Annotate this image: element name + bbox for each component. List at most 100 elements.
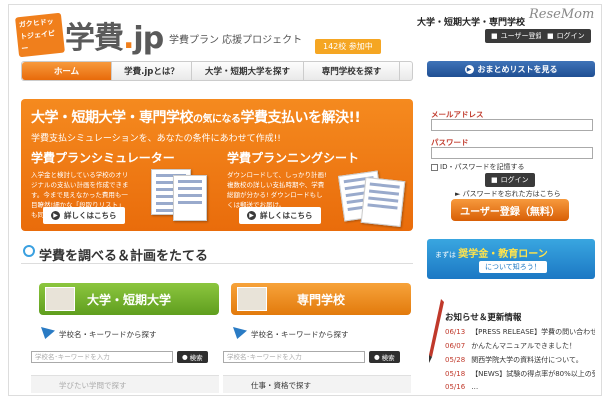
tab-find-university[interactable]: 大学・短期大学を探す bbox=[192, 62, 304, 80]
lock-icon: ■ bbox=[547, 32, 554, 40]
forgot-password-link[interactable]: ► パスワードを忘れた方はこちら bbox=[455, 189, 561, 199]
register-free-button[interactable]: ユーザー登録（無料） bbox=[451, 199, 569, 221]
planning-sheet-more-button[interactable]: ▶ 詳しくはこちら bbox=[239, 207, 321, 224]
vocational-category-button[interactable]: 専門学校 bbox=[231, 283, 411, 315]
logo-main-text: 学費 bbox=[65, 21, 124, 56]
news-item[interactable]: 06/07 かんたんマニュアルできました！ bbox=[445, 341, 595, 351]
university-row2[interactable]: 学びたい学問で探す bbox=[31, 375, 219, 393]
site-logo[interactable]: 学費.jp bbox=[65, 13, 164, 57]
vocational-category-label: 専門学校 bbox=[296, 292, 345, 307]
hero-title-small: の気になる bbox=[193, 114, 241, 125]
magnifier-icon bbox=[23, 245, 35, 257]
logo-badge[interactable]: ガクヒドットジェイピー bbox=[15, 12, 65, 58]
hero-title: 大学・短期大学・専門学校の気になる学費支払いを解決!! bbox=[31, 107, 403, 127]
user-icon: ■ bbox=[491, 32, 498, 40]
planning-sheet-panel: 学費プランニングシート ダウンロードして、しっかり計画! 複数校の詳しい支払時期… bbox=[227, 149, 413, 227]
simulator-more-button[interactable]: ▶ 詳しくはこちら bbox=[43, 207, 125, 224]
news-text: 関西学院大学の資料送付について。 bbox=[471, 356, 583, 364]
scholarship-prefix: まずは bbox=[435, 251, 456, 259]
remember-checkbox[interactable] bbox=[431, 163, 438, 171]
header-register-button[interactable]: ■ ユーザー登録 bbox=[485, 29, 549, 43]
logo-dot: . bbox=[123, 21, 134, 56]
news-text: かんたんマニュアルできました！ bbox=[471, 342, 576, 350]
forgot-password-label: パスワードを忘れた方はこちら bbox=[462, 190, 561, 198]
flag-icon bbox=[233, 327, 247, 339]
section-title: 学費を調べる＆計画をたてる bbox=[39, 249, 209, 264]
arrow-right-icon: ▶ bbox=[464, 64, 474, 74]
flag-icon bbox=[41, 327, 55, 339]
top-right-title: 大学・短期大学・専門学校 bbox=[417, 18, 526, 28]
news-item[interactable]: 05/28 関西学院大学の資料送付について。 bbox=[445, 355, 595, 365]
vocational-search-button[interactable]: ● 検索 bbox=[369, 351, 400, 363]
vocational-row2[interactable]: 仕事・資格で探す bbox=[223, 375, 411, 393]
news-date: 06/07 bbox=[445, 342, 466, 350]
view-list-label: おまとめリストを見る bbox=[477, 64, 558, 74]
news-text: 【PRESS RELEASE】学費の問い合わせに短大申込ピッ… bbox=[471, 328, 595, 336]
news-date: 05/28 bbox=[445, 356, 466, 364]
remember-me[interactable]: ID・パスワードを記憶する bbox=[431, 162, 524, 172]
vocational-row2-label: 仕事・資格で探す bbox=[251, 381, 311, 390]
simulator-screenshot-2 bbox=[173, 175, 207, 221]
section-divider bbox=[21, 263, 413, 264]
planning-sheet-heading: 学費プランニングシート bbox=[227, 151, 360, 165]
news-item[interactable]: 05/16 … bbox=[445, 383, 595, 391]
logo-badge-text: ガクヒドットジェイピー bbox=[18, 17, 56, 54]
logo-suffix: jp bbox=[133, 21, 164, 56]
university-thumbnail bbox=[45, 287, 75, 311]
vocational-search-input[interactable]: 学校名･キーワードを入力 bbox=[223, 351, 365, 363]
main-nav: ホーム 学費.jpとは？ 大学・短期大学を探す 専門学校を探す bbox=[21, 61, 413, 81]
scholarship-line1: まずは 奨学金・教育ローン bbox=[435, 245, 548, 260]
remember-label: ID・パスワードを記憶する bbox=[440, 163, 525, 171]
header-login-button[interactable]: ■ ログイン bbox=[541, 29, 591, 43]
lock-icon: ■ bbox=[491, 176, 498, 184]
hero-banner: 大学・短期大学・専門学校の気になる学費支払いを解決!! 学費支払シミュレーション… bbox=[21, 99, 413, 231]
hero-subtitle: 学費支払シミュレーションを、あなたの条件にあわせて作成!! bbox=[31, 134, 281, 144]
site-tagline: 学費プラン 応援プロジェクト bbox=[169, 35, 303, 46]
email-field[interactable] bbox=[431, 119, 593, 131]
scholarship-banner[interactable]: まずは 奨学金・教育ローン について知ろう！ bbox=[427, 239, 595, 279]
scholarship-suffix: について知ろう！ bbox=[479, 261, 547, 273]
simulator-more-label: 詳しくはこちら bbox=[64, 211, 117, 220]
university-search-input[interactable]: 学校名･キーワードを入力 bbox=[31, 351, 173, 363]
header-register-label: ユーザー登録 bbox=[500, 32, 543, 40]
search-icon: ● bbox=[182, 353, 188, 361]
news-date: 06/13 bbox=[445, 328, 466, 336]
planning-sheet-image-2 bbox=[360, 177, 406, 227]
pen-icon bbox=[429, 299, 444, 363]
participation-count-badge: 142校 参加中 bbox=[315, 39, 381, 54]
password-field[interactable] bbox=[431, 147, 593, 159]
header-login-label: ログイン bbox=[556, 32, 585, 40]
tab-home[interactable]: ホーム bbox=[22, 62, 112, 80]
news-title: お知らせ＆更新情報 bbox=[445, 313, 522, 323]
university-row2-label: 学びたい学問で探す bbox=[59, 381, 127, 390]
login-button-label: ログイン bbox=[500, 176, 529, 184]
university-search-button-label: 検索 bbox=[189, 354, 203, 362]
arrow-right-icon: ▶ bbox=[51, 211, 60, 220]
vocational-search-button-label: 検索 bbox=[381, 354, 395, 362]
arrow-right-icon: ► bbox=[455, 190, 463, 198]
login-button[interactable]: ■ ログイン bbox=[485, 173, 535, 187]
news-date: 05/16 bbox=[445, 383, 466, 391]
scholarship-highlight: 奨学金・教育ローン bbox=[458, 249, 548, 260]
news-date: 05/18 bbox=[445, 370, 466, 378]
university-search-button[interactable]: ● 検索 bbox=[177, 351, 208, 363]
news-text: 【NEWS】試験の得点率が80%以上の受験生と… bbox=[471, 370, 595, 378]
arrow-right-icon: ▶ bbox=[247, 211, 256, 220]
hero-title-a: 大学・短期大学・専門学校 bbox=[31, 110, 194, 126]
view-list-button[interactable]: ▶ おまとめリストを見る bbox=[427, 61, 595, 77]
page-frame: ガクヒドットジェイピー 学費.jp 学費プラン 応援プロジェクト 142校 参加… bbox=[8, 4, 602, 396]
planning-sheet-body: ダウンロードして、しっかり計画! 複数校の詳しい支払時期や、学費総額が分かる! … bbox=[227, 171, 327, 209]
tab-about[interactable]: 学費.jpとは？ bbox=[112, 62, 192, 80]
university-category-label: 大学・短期大学 bbox=[86, 292, 171, 307]
watermark-logo: ReseMom bbox=[529, 7, 595, 22]
search-icon: ● bbox=[374, 353, 380, 361]
vocational-thumbnail bbox=[237, 287, 267, 311]
university-category-button[interactable]: 大学・短期大学 bbox=[39, 283, 219, 315]
news-item[interactable]: 06/13 【PRESS RELEASE】学費の問い合わせに短大申込ピッ… bbox=[445, 327, 595, 337]
hero-title-b: 学費支払いを解決!! bbox=[240, 110, 361, 126]
planning-sheet-more-label: 詳しくはこちら bbox=[260, 211, 313, 220]
tab-find-vocational[interactable]: 専門学校を探す bbox=[304, 62, 400, 80]
news-item[interactable]: 05/18 【NEWS】試験の得点率が80%以上の受験生と… bbox=[445, 369, 595, 379]
vocational-search-label: 学校名・キーワードから探す bbox=[251, 330, 349, 339]
news-text: … bbox=[471, 383, 479, 391]
